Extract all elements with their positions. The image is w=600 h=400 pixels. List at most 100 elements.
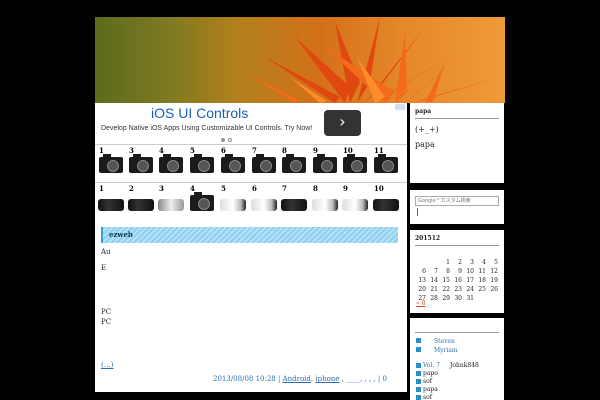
- rank-item[interactable]: 1: [97, 145, 127, 185]
- calendar-day[interactable]: 30: [451, 294, 463, 303]
- calendar-prev-link[interactable]: « 8: [416, 300, 425, 307]
- bullet-icon: [416, 395, 421, 400]
- calendar-day[interactable]: 26: [487, 285, 499, 294]
- calendar-day[interactable]: 4: [475, 258, 487, 267]
- lens-icon[interactable]: [220, 199, 246, 211]
- calendar-day[interactable]: 28: [427, 294, 439, 303]
- rank-item[interactable]: 4: [157, 145, 187, 185]
- calendar-day[interactable]: [475, 294, 487, 303]
- ad-choices-icon[interactable]: [395, 104, 405, 110]
- rank-item[interactable]: 6: [219, 145, 249, 185]
- calendar-day[interactable]: 20: [415, 285, 427, 294]
- lens-icon[interactable]: [128, 199, 154, 211]
- rank-item[interactable]: 8: [280, 145, 310, 185]
- tag-android-link[interactable]: Android: [283, 375, 311, 383]
- link-steven[interactable]: Steven: [434, 337, 458, 346]
- tag-iphone-link[interactable]: iphone: [315, 375, 339, 383]
- list-item[interactable]: sof: [423, 378, 440, 386]
- calendar-heading: 201512: [415, 235, 441, 242]
- commenter-name[interactable]: Johnk848: [450, 362, 479, 369]
- calendar-day[interactable]: 11: [475, 267, 487, 276]
- calendar-day[interactable]: 12: [487, 267, 499, 276]
- calendar-day[interactable]: [415, 258, 427, 267]
- rank-item[interactable]: 4: [188, 183, 218, 223]
- calendar-day[interactable]: 14: [427, 276, 439, 285]
- rank-item[interactable]: 1: [97, 183, 127, 223]
- camera-icon[interactable]: [252, 154, 276, 173]
- rank-item[interactable]: 3: [127, 145, 157, 185]
- rank-item[interactable]: 11: [372, 145, 402, 185]
- calendar-day[interactable]: 1: [439, 258, 451, 267]
- ad-pager[interactable]: [221, 136, 241, 142]
- calendar-day[interactable]: 22: [439, 285, 451, 294]
- rank-item[interactable]: 7: [280, 183, 310, 223]
- rank-item[interactable]: 10: [341, 145, 371, 185]
- calendar-day[interactable]: 31: [463, 294, 475, 303]
- camera-icon[interactable]: [190, 192, 214, 211]
- calendar-day[interactable]: 6: [415, 267, 427, 276]
- lens-icon[interactable]: [158, 199, 184, 211]
- calendar-day[interactable]: 18: [475, 276, 487, 285]
- list-item[interactable]: papa: [423, 386, 440, 394]
- read-more-link[interactable]: (…): [101, 361, 113, 369]
- ad-banner[interactable]: iOS UI Controls Develop Native iOS Apps …: [95, 103, 407, 143]
- ad-arrow-button[interactable]: ›: [324, 110, 361, 136]
- calendar-day[interactable]: 16: [451, 276, 463, 285]
- calendar-day[interactable]: 25: [475, 285, 487, 294]
- link-myriam[interactable]: Myriam: [434, 346, 458, 355]
- pager-dot[interactable]: [228, 138, 232, 142]
- calendar-day[interactable]: 3: [463, 258, 475, 267]
- rank-item[interactable]: 5: [219, 183, 249, 223]
- search-submit[interactable]: [417, 208, 418, 216]
- list-item[interactable]: sof: [423, 394, 440, 400]
- lens-icon[interactable]: [312, 199, 338, 211]
- calendar-day[interactable]: 24: [463, 285, 475, 294]
- ad-title[interactable]: iOS UI Controls: [151, 105, 248, 121]
- calendar-day[interactable]: 9: [451, 267, 463, 276]
- post-tags-rest[interactable]: , ____, , , , | 0: [342, 375, 387, 383]
- calendar-day[interactable]: 29: [439, 294, 451, 303]
- rank-item[interactable]: 9: [311, 145, 341, 185]
- post-title[interactable]: ezweb: [109, 230, 133, 239]
- pager-dot[interactable]: [221, 138, 225, 142]
- camera-icon[interactable]: [99, 154, 123, 173]
- calendar-day[interactable]: 5: [487, 258, 499, 267]
- camera-icon[interactable]: [190, 154, 214, 173]
- lens-icon[interactable]: [98, 199, 124, 211]
- rank-item[interactable]: 8: [311, 183, 341, 223]
- calendar-day[interactable]: 10: [463, 267, 475, 276]
- search-input[interactable]: [415, 196, 499, 206]
- calendar-day[interactable]: 19: [487, 276, 499, 285]
- rank-item[interactable]: 10: [372, 183, 402, 223]
- calendar-day[interactable]: 13: [415, 276, 427, 285]
- rank-item[interactable]: 2: [127, 183, 157, 223]
- calendar-day[interactable]: 21: [427, 285, 439, 294]
- camera-icon[interactable]: [374, 154, 398, 173]
- calendar-day[interactable]: 7: [427, 267, 439, 276]
- list-item[interactable]: papo: [423, 370, 440, 378]
- camera-icon[interactable]: [313, 154, 337, 173]
- calendar-day[interactable]: 23: [451, 285, 463, 294]
- rank-item[interactable]: 5: [188, 145, 218, 185]
- lens-icon[interactable]: [281, 199, 307, 211]
- camera-icon[interactable]: [159, 154, 183, 173]
- rank-item[interactable]: 7: [250, 145, 280, 185]
- camera-icon[interactable]: [129, 154, 153, 173]
- calendar-day[interactable]: 17: [463, 276, 475, 285]
- camera-icon[interactable]: [221, 154, 245, 173]
- calendar-day[interactable]: 2: [451, 258, 463, 267]
- calendar-day[interactable]: [427, 258, 439, 267]
- lens-icon[interactable]: [251, 199, 277, 211]
- camera-icon[interactable]: [343, 154, 367, 173]
- list-item[interactable]: Vol. 7: [423, 362, 440, 370]
- camera-icon[interactable]: [282, 154, 306, 173]
- rank-item[interactable]: 6: [250, 183, 280, 223]
- calendar-day[interactable]: 8: [439, 267, 451, 276]
- lens-icon[interactable]: [342, 199, 368, 211]
- calendar-day[interactable]: 15: [439, 276, 451, 285]
- lens-icon[interactable]: [373, 199, 399, 211]
- rank-item[interactable]: 9: [341, 183, 371, 223]
- rank-item[interactable]: 3: [157, 183, 187, 223]
- ad-description[interactable]: Develop Native iOS Apps Using Customizab…: [101, 125, 312, 132]
- calendar-day[interactable]: [487, 294, 499, 303]
